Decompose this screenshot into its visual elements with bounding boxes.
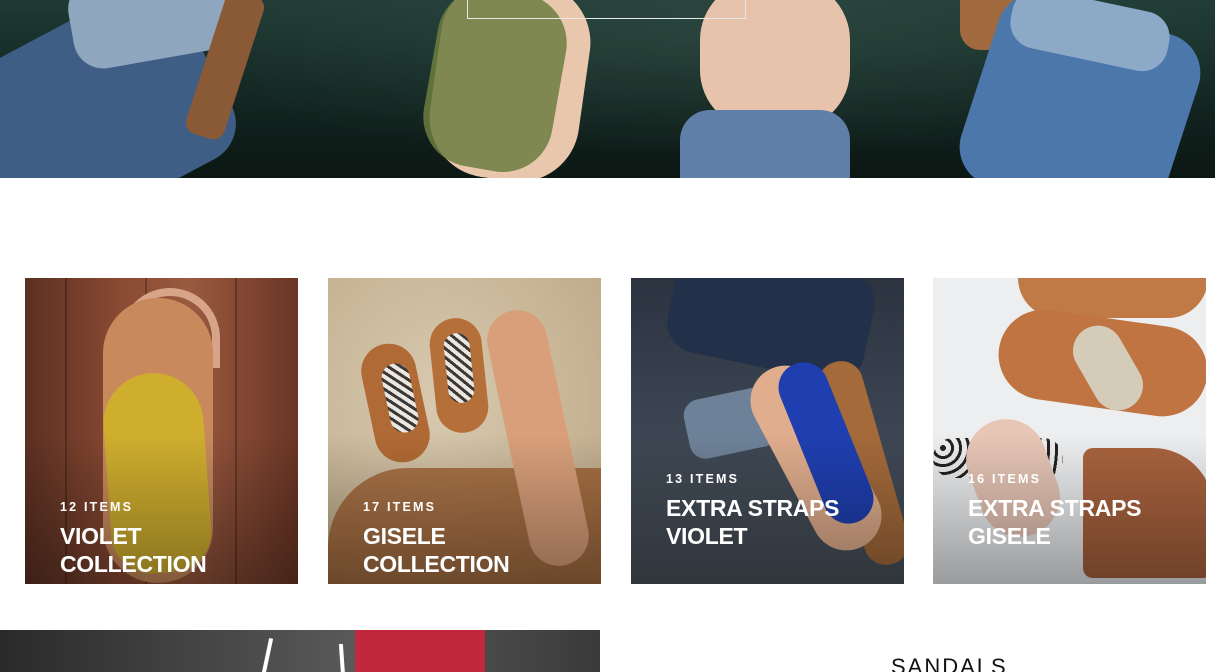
- collection-item-count: 17 ITEMS: [363, 500, 437, 514]
- promo-red-shoe: [355, 630, 485, 672]
- collection-title-line: GISELE COLLECTION: [363, 523, 510, 577]
- collection-item-count: 16 ITEMS: [968, 472, 1042, 486]
- collection-title: EXTRA STRAPS VIOLET: [666, 494, 896, 550]
- section-heading-sandals: SANDALS: [891, 654, 1008, 672]
- collection-card-violet[interactable]: 12 ITEMS VIOLET COLLECTION: [25, 278, 298, 584]
- collection-card-extra-straps-gisele[interactable]: 16 ITEMS EXTRA STRAPS GISELE: [933, 278, 1206, 584]
- collection-title-line: VIOLET: [666, 523, 748, 549]
- collection-title: GISELE COLLECTION: [363, 522, 593, 578]
- collection-item-count: 13 ITEMS: [666, 472, 740, 486]
- collection-title: VIOLET COLLECTION: [60, 522, 290, 578]
- collection-title: EXTRA STRAPS GISELE: [968, 494, 1198, 550]
- collection-item-count: 12 ITEMS: [60, 500, 134, 514]
- collection-card-gisele[interactable]: 17 ITEMS GISELE COLLECTION: [328, 278, 601, 584]
- collection-title-line: EXTRA STRAPS: [666, 495, 840, 521]
- hero-jeans-right: [680, 110, 850, 178]
- collection-card-extra-straps-violet[interactable]: 13 ITEMS EXTRA STRAPS VIOLET: [631, 278, 904, 584]
- promo-banner-image[interactable]: [0, 630, 600, 672]
- promo-script-stroke: [260, 638, 274, 672]
- collection-title-line: GISELE: [968, 523, 1051, 549]
- promo-script-stroke: [338, 643, 346, 672]
- hero-button-frame[interactable]: [467, 0, 746, 19]
- hero-banner: [0, 0, 1215, 178]
- collection-title-line: VIOLET COLLECTION: [60, 523, 207, 577]
- collection-title-line: EXTRA STRAPS: [968, 495, 1142, 521]
- collection-grid: 12 ITEMS VIOLET COLLECTION 17 ITEMS GISE…: [0, 278, 1230, 584]
